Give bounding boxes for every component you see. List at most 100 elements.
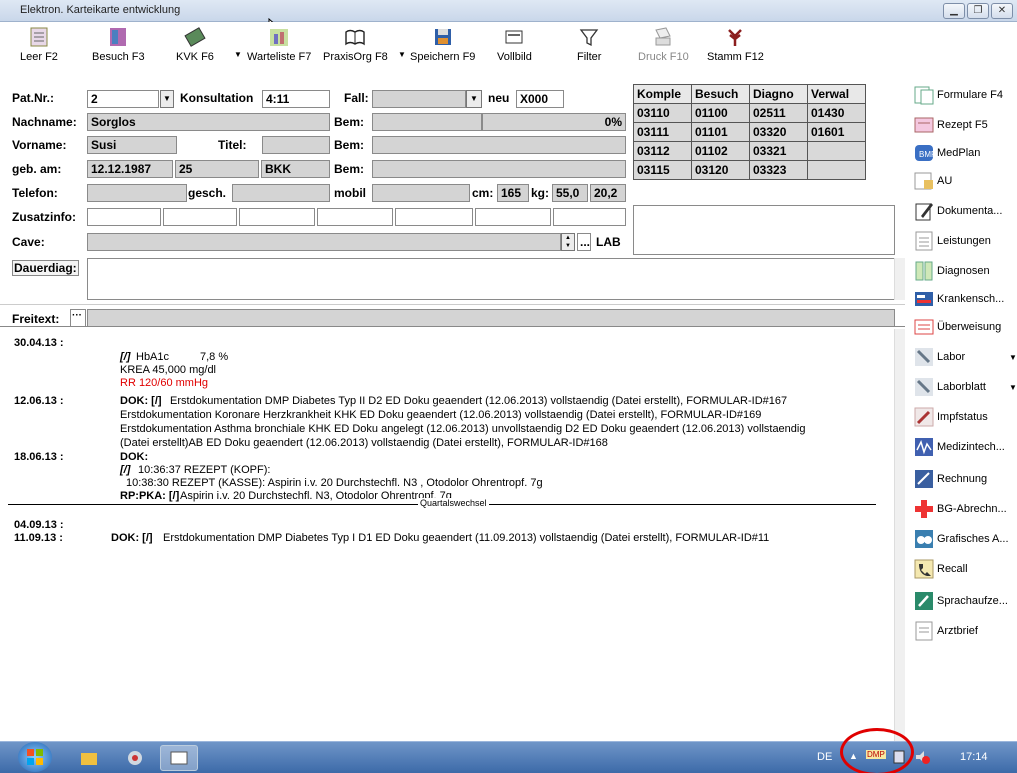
zusatzinfo-field-5[interactable] <box>395 208 473 226</box>
grid-header-verwal[interactable]: Verwal <box>807 84 866 104</box>
grid-cell[interactable]: 01601 <box>807 122 866 142</box>
sidebar-item-rechnung[interactable]: Rechnung <box>913 468 987 490</box>
sidebar-item-krankenschein[interactable]: Krankensch... <box>913 288 1004 310</box>
sidebar-item-rezept[interactable]: Rezept F5 <box>913 114 988 136</box>
taskbar-explorer-button[interactable] <box>70 745 108 771</box>
vollbild-button[interactable]: Vollbild <box>497 26 532 63</box>
close-button[interactable]: ✕ <box>991 3 1013 19</box>
lab-button[interactable]: LAB <box>596 235 621 249</box>
speichern-button[interactable]: Speichern F9 <box>410 26 475 63</box>
titel-field[interactable] <box>262 136 330 154</box>
sidebar-item-labor[interactable]: Labor ▼ <box>913 346 1017 368</box>
sidebar-item-bg-abrechnung[interactable]: BG-Abrechn... <box>913 498 1007 520</box>
leer-button[interactable]: Leer F2 <box>20 26 58 63</box>
info-box[interactable] <box>633 205 895 255</box>
neu-field[interactable]: X000 <box>516 90 564 108</box>
mobil-field[interactable] <box>372 184 470 202</box>
besuch-button[interactable]: Besuch F3 <box>92 26 145 63</box>
minimize-button[interactable]: ▁ <box>943 3 965 19</box>
zusatzinfo-field-4[interactable] <box>317 208 393 226</box>
visit-icon <box>110 28 127 46</box>
bem3-field[interactable] <box>372 160 626 178</box>
zusatzinfo-field-6[interactable] <box>475 208 551 226</box>
sidebar-item-diagnosen[interactable]: Diagnosen <box>913 260 990 282</box>
zusatzinfo-field-3[interactable] <box>239 208 315 226</box>
grid-cell[interactable]: 03110 <box>633 103 692 123</box>
language-indicator[interactable]: DE <box>817 751 832 763</box>
grid-cell[interactable]: 03115 <box>633 160 692 180</box>
konsultation-field[interactable]: 4:11 <box>262 90 330 108</box>
zusatzinfo-field-7[interactable] <box>553 208 626 226</box>
sidebar-item-medizintechnik[interactable]: Medizintech... <box>913 436 1005 458</box>
grid-cell[interactable]: 02511 <box>749 103 808 123</box>
cm-field[interactable]: 165 <box>497 184 529 202</box>
patnr-dropdown-icon[interactable]: ▼ <box>160 90 174 108</box>
freitext-field[interactable] <box>87 309 895 327</box>
grid-cell[interactable]: 01430 <box>807 103 866 123</box>
maximize-button[interactable]: ❐ <box>967 3 989 19</box>
zusatzinfo-field-1[interactable] <box>87 208 161 226</box>
grid-header-komple[interactable]: Komple <box>633 84 692 104</box>
sidebar-item-medplan[interactable]: BMP MedPlan <box>913 142 980 164</box>
sidebar-item-formulare[interactable]: Formulare F4 <box>913 84 1003 106</box>
cave-more-button[interactable]: ... <box>577 233 591 251</box>
praxisorg-button[interactable]: PraxisOrg F8 <box>323 26 388 63</box>
labor-dropdown-icon[interactable]: ▼ <box>1009 353 1017 362</box>
telefon-field[interactable] <box>87 184 187 202</box>
fall-field[interactable] <box>372 90 466 108</box>
sidebar-item-sprachaufzeichnung[interactable]: Sprachaufze... <box>913 590 1008 612</box>
sidebar-item-au[interactable]: AU <box>913 170 952 192</box>
sidebar-item-grafisches[interactable]: Grafisches A... <box>913 528 1009 550</box>
journal-log[interactable]: 30.04.13 : [/] HbA1c 7,8 % KREA 45,000 m… <box>8 333 888 737</box>
sidebar-item-ueberweisung[interactable]: Überweisung <box>913 316 1001 338</box>
taskbar-app-button[interactable] <box>116 745 154 771</box>
grid-header-diagno[interactable]: Diagno <box>749 84 808 104</box>
praxisorg-dropdown-icon[interactable]: ▼ <box>398 50 406 59</box>
sidebar-item-recall[interactable]: Recall <box>913 558 968 580</box>
freitext-more-button[interactable]: ··· <box>70 309 86 327</box>
stamm-button[interactable]: Stamm F12 <box>707 26 764 63</box>
grid-cell[interactable]: 03321 <box>749 141 808 161</box>
grid-cell[interactable]: 03111 <box>633 122 692 142</box>
sidebar-item-laborblatt[interactable]: Laborblatt ▼ <box>913 376 1017 398</box>
speaker-muted-icon[interactable] <box>914 749 930 765</box>
sidebar-item-impfstatus[interactable]: Impfstatus <box>913 406 988 428</box>
grid-cell[interactable]: 03320 <box>749 122 808 142</box>
vorname-field[interactable]: Susi <box>87 136 177 154</box>
cave-field[interactable] <box>87 233 561 251</box>
warteliste-button[interactable]: Warteliste F7 <box>247 26 311 63</box>
bem2-field[interactable] <box>372 136 626 154</box>
nachname-field[interactable]: Sorglos <box>87 113 330 131</box>
clock[interactable]: 17:14 <box>960 751 988 763</box>
sidebar-item-arztbrief[interactable]: Arztbrief <box>913 620 978 642</box>
fall-dropdown-icon[interactable]: ▼ <box>466 90 482 108</box>
grid-cell[interactable]: 01100 <box>691 103 750 123</box>
laborblatt-dropdown-icon[interactable]: ▼ <box>1009 383 1017 392</box>
patnr-field[interactable]: 2 <box>87 90 159 108</box>
cave-spinner[interactable]: ▲ ▼ <box>561 233 575 251</box>
grid-cell[interactable]: 01102 <box>691 141 750 161</box>
grid-cell[interactable]: 03120 <box>691 160 750 180</box>
grid-cell[interactable]: 03112 <box>633 141 692 161</box>
kvk-dropdown-icon[interactable]: ▼ <box>234 50 242 59</box>
grid-cell[interactable] <box>807 141 866 161</box>
zusatzinfo-field-2[interactable] <box>163 208 237 226</box>
kg-field[interactable]: 55,0 <box>552 184 588 202</box>
sidebar-item-leistungen[interactable]: Leistungen <box>913 230 991 252</box>
dauerdiag-field[interactable] <box>87 258 895 300</box>
sidebar-item-dokumentation[interactable]: Dokumenta... <box>913 200 1002 222</box>
dauerdiag-label[interactable]: Dauerdiag: <box>12 260 79 276</box>
gesch-field[interactable] <box>232 184 330 202</box>
start-button[interactable] <box>18 742 52 772</box>
grid-cell[interactable] <box>807 160 866 180</box>
filter-button[interactable]: Filter <box>577 26 601 63</box>
gebam-field[interactable]: 12.12.1987 <box>87 160 173 178</box>
zusatzinfo-label: Zusatzinfo: <box>12 210 76 224</box>
taskbar-karteikarte-button[interactable] <box>160 745 198 771</box>
druck-button[interactable]: Druck F10 <box>638 26 689 63</box>
grid-cell[interactable]: 03323 <box>749 160 808 180</box>
grid-cell[interactable]: 01101 <box>691 122 750 142</box>
kvk-button[interactable]: KVK F6 <box>176 26 214 63</box>
grid-header-besuch[interactable]: Besuch <box>691 84 750 104</box>
bem1-field[interactable] <box>372 113 482 131</box>
